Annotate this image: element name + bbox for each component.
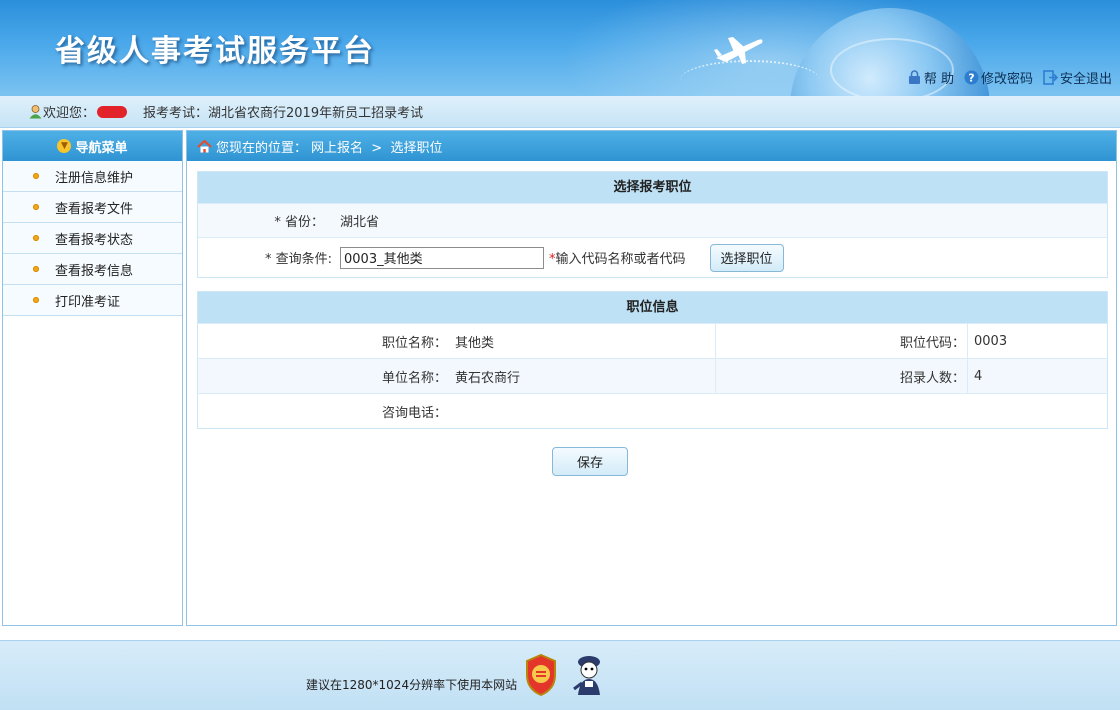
- change-password-label: 修改密码: [980, 72, 1033, 87]
- sidebar-title: 导航菜单: [75, 140, 128, 156]
- exam-name: 报考考试：湖北省农商行2019年新员工招录考试: [143, 106, 424, 121]
- position-name-label: 职位名称：: [381, 335, 447, 351]
- breadcrumb-path[interactable]: 网上报名 > 选择职位: [311, 137, 442, 156]
- logout-link[interactable]: 安全退出: [1043, 68, 1112, 87]
- sidebar-item-view-files[interactable]: 查看报考文件: [3, 192, 182, 223]
- position-info-title: 职位信息: [198, 292, 1107, 323]
- question-icon: ?: [964, 70, 979, 85]
- sidebar-item-label: 查看报考信息: [55, 263, 134, 279]
- select-position-title: 选择报考职位: [198, 172, 1107, 203]
- save-button[interactable]: 保存: [552, 447, 628, 476]
- phone-label: 咨询电话：: [381, 405, 447, 421]
- sidebar-item-view-status[interactable]: 查看报考状态: [3, 223, 182, 254]
- sidebar-item-label: 查看报考文件: [55, 201, 134, 217]
- query-row: * 查询条件: *输入代码名称或者代码 选择职位: [198, 237, 1107, 277]
- header-banner: 省级人事考试服务平台 帮 助 ? 修改密码 安全退出: [0, 0, 1120, 96]
- breadcrumb: 您现在的位置： 网上报名 > 选择职位: [187, 131, 1116, 161]
- phone-value: [449, 394, 1107, 428]
- sidebar-item-print-ticket[interactable]: 打印准考证: [3, 285, 182, 316]
- welcome-bar: 欢迎您： 报考考试：湖北省农商行2019年新员工招录考试: [0, 96, 1120, 128]
- logout-icon: [1043, 70, 1058, 85]
- lock-icon: [908, 70, 920, 84]
- top-links: 帮 助 ? 修改密码 安全退出: [907, 68, 1112, 87]
- position-name-row: 职位名称： 其他类 职位代码： 0003: [198, 323, 1107, 358]
- bullet-icon: [33, 297, 39, 303]
- chevron-down-icon: ▼: [57, 139, 72, 153]
- query-label: * 查询条件:: [264, 252, 332, 267]
- bullet-icon: [33, 266, 39, 272]
- footer-text: 建议在1280*1024分辨率下使用本网站: [306, 678, 518, 692]
- airplane-icon: [714, 37, 763, 64]
- bullet-icon: [33, 204, 39, 210]
- main-panel: 您现在的位置： 网上报名 > 选择职位 选择报考职位 * 省份： 湖北省 * 查…: [186, 130, 1117, 626]
- province-label: * 省份：: [274, 215, 324, 230]
- change-password-link[interactable]: ? 修改密码: [964, 68, 1033, 87]
- bullet-icon: [33, 235, 39, 241]
- svg-text:?: ?: [968, 72, 974, 85]
- unit-name-value: 黄石农商行: [455, 370, 521, 386]
- province-value: 湖北省: [340, 215, 380, 230]
- breadcrumb-prefix: 您现在的位置：: [216, 140, 308, 156]
- query-hint-text: 输入代码名称或者代码: [555, 252, 686, 267]
- welcome-greeting: 欢迎您：: [43, 106, 96, 121]
- help-label: 帮 助: [923, 72, 954, 87]
- sidebar-item-label: 查看报考状态: [55, 232, 134, 248]
- bullet-icon: [33, 173, 39, 179]
- site-title: 省级人事考试服务平台: [55, 34, 375, 69]
- position-code-label: 职位代码：: [715, 324, 967, 358]
- sidebar-item-label: 打印准考证: [55, 294, 121, 310]
- sidebar-item-view-info[interactable]: 查看报考信息: [3, 254, 182, 285]
- phone-row: 咨询电话：: [198, 393, 1107, 428]
- sidebar-header: ▼ 导航菜单: [3, 131, 182, 161]
- position-name-value: 其他类: [455, 335, 495, 351]
- cyber-police-icon[interactable]: [570, 653, 608, 697]
- unit-row: 单位名称： 黄石农商行 招录人数： 4: [198, 358, 1107, 393]
- hire-count-label: 招录人数：: [715, 359, 967, 393]
- select-position-panel: 选择报考职位 * 省份： 湖北省 * 查询条件: *输入代码名称或者代码 选择职…: [197, 171, 1108, 278]
- home-icon: [197, 139, 212, 152]
- sidebar-item-registration[interactable]: 注册信息维护: [3, 161, 182, 192]
- hire-count-value: 4: [967, 359, 1107, 393]
- query-hint: *输入代码名称或者代码: [549, 248, 686, 267]
- redacted-username: [97, 105, 128, 118]
- help-link[interactable]: 帮 助: [907, 68, 954, 87]
- police-badge-icon[interactable]: [524, 653, 558, 697]
- logout-label: 安全退出: [1059, 72, 1112, 87]
- query-input[interactable]: [340, 246, 544, 269]
- position-code-value: 0003: [967, 324, 1107, 358]
- sidebar: ▼ 导航菜单 注册信息维护 查看报考文件 查看报考状态 查看报考信息 打印准考证: [2, 130, 183, 626]
- select-position-button[interactable]: 选择职位: [709, 243, 784, 272]
- user-icon: [29, 105, 42, 119]
- unit-name-label: 单位名称：: [381, 370, 447, 386]
- province-row: * 省份： 湖北省: [198, 203, 1107, 237]
- position-info-panel: 职位信息 职位名称： 其他类 职位代码： 0003 单位名称： 黄石农商行 招录…: [197, 291, 1108, 429]
- footer: 建议在1280*1024分辨率下使用本网站: [0, 640, 1120, 710]
- sidebar-item-label: 注册信息维护: [55, 170, 134, 186]
